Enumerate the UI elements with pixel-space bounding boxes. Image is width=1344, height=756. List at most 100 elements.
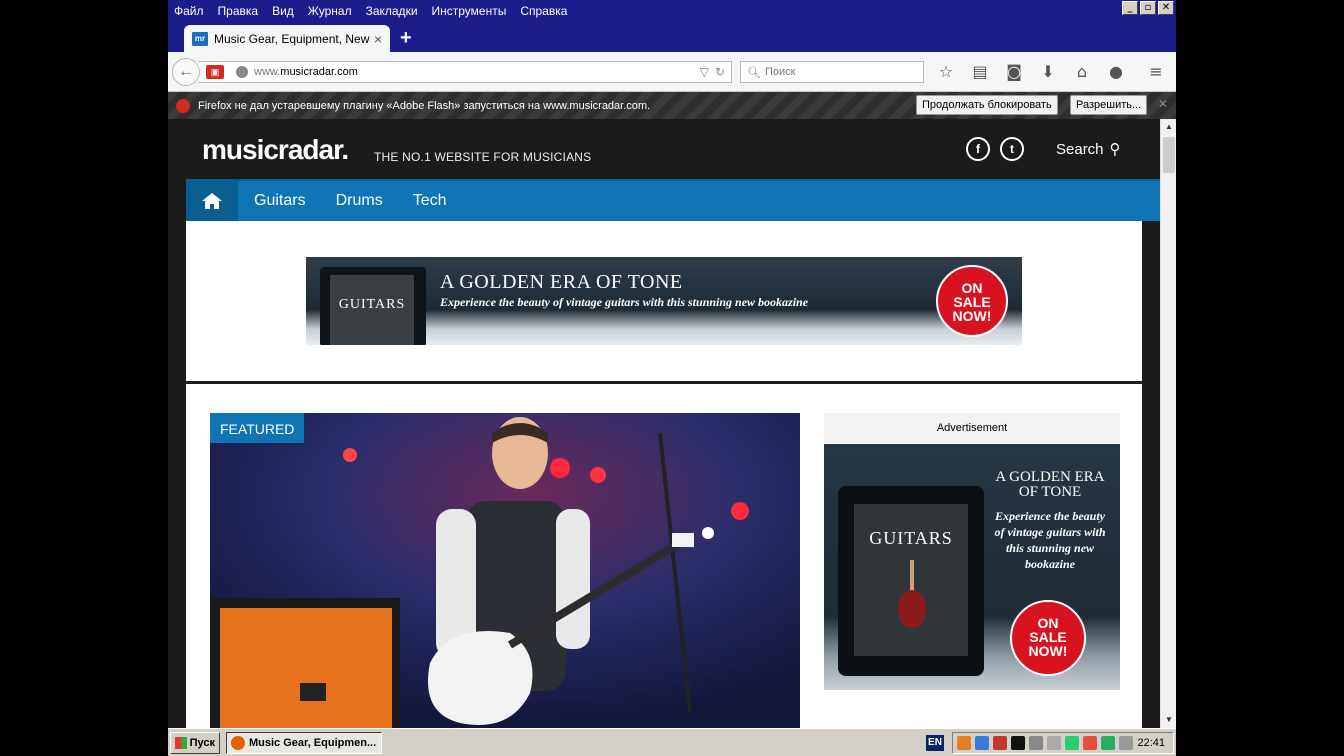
facebook-icon[interactable]: f <box>966 137 990 161</box>
sale-line-1: ON <box>961 280 983 296</box>
search-input[interactable] <box>764 66 915 78</box>
tray-clock: 22:41 <box>1137 737 1165 749</box>
minimize-button[interactable]: _ <box>1122 1 1138 15</box>
tab-musicradar[interactable]: mr Music Gear, Equipment, News... × <box>184 25 390 52</box>
site-search-button[interactable]: Search ⚲ <box>1056 140 1121 158</box>
menu-file[interactable]: Файл <box>174 4 204 18</box>
nav-drums[interactable]: Drums <box>336 192 383 210</box>
tray-app-icon[interactable] <box>1047 736 1061 750</box>
tray-app-icon[interactable] <box>1101 736 1115 750</box>
hamburger-menu-icon[interactable]: ≡ <box>1146 62 1166 81</box>
sidebar-ad[interactable]: Advertisement GUITARS A GOLDEN ERA OF TO… <box>824 413 1120 691</box>
tab-strip: mr Music Gear, Equipment, News... × + <box>168 22 1176 52</box>
menu-view[interactable]: Вид <box>272 4 294 18</box>
featured-article-image[interactable]: FEATURED <box>210 413 800 728</box>
magnifier-icon: 🔍︎ <box>747 66 761 79</box>
site-header: musicradar. THE NO.1 WEBSITE FOR MUSICIA… <box>186 119 1142 179</box>
home-nav-button[interactable] <box>186 181 238 221</box>
sale-line-1: ON <box>1037 615 1059 631</box>
sale-line-2: SALE <box>1029 629 1067 645</box>
screen: Файл Правка Вид Журнал Закладки Инструме… <box>0 0 1344 756</box>
search-box[interactable]: 🔍︎ <box>740 61 924 83</box>
page-content: GUITARS A GOLDEN ERA OF TONE Experience … <box>186 221 1142 728</box>
pocket-icon[interactable]: ◙ <box>1004 62 1024 81</box>
section-divider <box>186 381 1142 384</box>
start-button[interactable]: Пуск <box>170 732 220 754</box>
page-scrollbar[interactable]: ▲ ▼ <box>1160 119 1176 728</box>
sidebar-ad-title: A GOLDEN ERA OF TONE <box>995 469 1105 500</box>
reload-icon[interactable]: ↻ <box>715 65 725 79</box>
menu-history[interactable]: Журнал <box>308 4 352 18</box>
guitar-icon <box>897 560 927 628</box>
globe-icon[interactable] <box>236 66 248 78</box>
tray-volume-icon[interactable] <box>1119 736 1133 750</box>
featured-badge: FEATURED <box>210 413 305 443</box>
close-notice-icon[interactable]: ✕ <box>1158 97 1168 111</box>
windows-flag-icon <box>175 737 187 749</box>
home-nav-icon <box>202 193 222 209</box>
firefox-window: Файл Правка Вид Журнал Закладки Инструме… <box>168 0 1176 728</box>
tray-network-icon[interactable] <box>975 736 989 750</box>
scroll-down-icon[interactable]: ▼ <box>1161 712 1176 728</box>
scroll-thumb[interactable] <box>1163 137 1175 173</box>
chat-icon[interactable]: ● <box>1106 62 1126 81</box>
nav-guitars[interactable]: Guitars <box>254 192 306 210</box>
continue-blocking-button[interactable]: Продолжать блокировать <box>916 95 1058 115</box>
taskbar: Пуск Music Gear, Equipmen... EN 22:41 <box>168 728 1176 756</box>
url-domain: musicradar.com <box>280 66 358 78</box>
scroll-up-icon[interactable]: ▲ <box>1161 119 1176 135</box>
start-label: Пуск <box>189 737 215 749</box>
ad-cover-title: GUITARS <box>330 275 414 345</box>
musicradar-logo[interactable]: musicradar. <box>202 134 349 166</box>
search-icon: ⚲ <box>1109 140 1121 158</box>
taskbar-firefox-window[interactable]: Music Gear, Equipmen... <box>226 732 382 754</box>
language-indicator[interactable]: EN <box>926 735 944 751</box>
tray-app-icon[interactable] <box>957 736 971 750</box>
reading-list-icon[interactable]: ▤ <box>970 62 990 81</box>
close-window-button[interactable]: ✕ <box>1158 1 1174 15</box>
tray-app-icon[interactable] <box>1029 736 1043 750</box>
taskbar-window-title: Music Gear, Equipmen... <box>249 737 377 749</box>
ad-cover-title: GUITARS <box>869 528 953 548</box>
url-prefix: www. <box>254 66 281 78</box>
new-tab-icon[interactable]: + <box>400 27 412 49</box>
downloads-icon[interactable]: ⬇ <box>1038 62 1058 81</box>
close-tab-icon[interactable]: × <box>374 31 382 47</box>
ad-headline: A GOLDEN ERA OF TONE <box>440 271 683 293</box>
ad-cover: GUITARS <box>854 504 968 656</box>
menu-help[interactable]: Справка <box>520 4 567 18</box>
home-icon[interactable]: ⌂ <box>1072 62 1092 81</box>
sidebar-ad-description: Experience the beauty of vintage guitars… <box>994 509 1106 571</box>
menu-tools[interactable]: Инструменты <box>432 4 507 18</box>
firefox-icon <box>231 736 245 750</box>
featured-photo <box>210 413 800 728</box>
tray-antivirus-icon[interactable] <box>993 736 1007 750</box>
top-banner-ad[interactable]: GUITARS A GOLDEN ERA OF TONE Experience … <box>306 257 1022 345</box>
twitter-icon[interactable]: t <box>1000 137 1024 161</box>
back-button[interactable]: ← <box>172 58 200 86</box>
menu-bar: Файл Правка Вид Журнал Закладки Инструме… <box>168 0 1176 22</box>
blocked-plugin-icon[interactable]: ▣ <box>206 65 224 79</box>
url-bar[interactable]: ▣ www.musicradar.com ▽ ↻ <box>198 61 732 83</box>
sale-line-2: SALE <box>953 294 991 310</box>
menu-bookmarks[interactable]: Закладки <box>366 4 418 18</box>
plugin-notice-text: Firefox не дал устаревшему плагину «Adob… <box>198 99 651 112</box>
musicradar-favicon-icon: mr <box>192 31 208 46</box>
plugin-warning-icon <box>176 98 190 113</box>
site-search-label: Search <box>1056 141 1104 158</box>
tray-app-icon[interactable] <box>1065 736 1079 750</box>
restore-button[interactable]: ▫ <box>1140 1 1156 15</box>
site-tagline: THE NO.1 WEBSITE FOR MUSICIANS <box>374 150 592 164</box>
bookmark-star-icon[interactable]: ☆ <box>936 62 956 81</box>
on-sale-badge: ON SALE NOW! <box>1010 600 1086 676</box>
allow-plugin-button[interactable]: Разрешить... <box>1070 95 1148 115</box>
on-sale-badge: ON SALE NOW! <box>936 265 1008 337</box>
ad-subline: Experience the beauty of vintage guitars… <box>440 295 809 309</box>
toolbar-icons: ☆ ▤ ◙ ⬇ ⌂ ● ≡ <box>936 62 1166 81</box>
url-dropdown-icon[interactable]: ▽ <box>700 65 709 79</box>
tray-app-icon[interactable] <box>1083 736 1097 750</box>
nav-tech[interactable]: Tech <box>413 192 447 210</box>
url-text[interactable]: www.musicradar.com <box>254 66 700 78</box>
menu-edit[interactable]: Правка <box>218 4 259 18</box>
tray-app-icon[interactable] <box>1011 736 1025 750</box>
